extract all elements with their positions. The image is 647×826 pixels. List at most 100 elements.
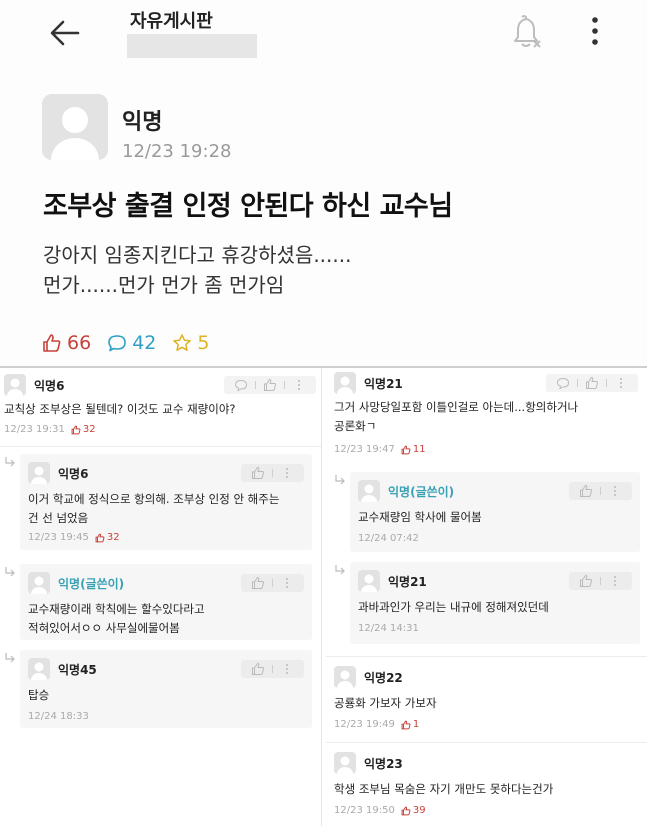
thumbs-up-icon[interactable] — [579, 484, 593, 498]
comment-count-value: 42 — [132, 332, 157, 354]
post-section: 자유게시판 익명 12/23 19:28 조부상 출결 인정 안된다 하신 교수… — [0, 0, 647, 366]
comment-column-right: 익명21 그거 사망당일포함 이틀인걸로 아는데...항의하거나 공론화ㄱ 12… — [326, 368, 647, 826]
comment-bubble-icon — [108, 335, 126, 352]
comment-author: 익명21 — [364, 376, 403, 391]
comment-avatar — [28, 462, 50, 484]
comment: 익명6 교칙상 조부상은 될텐데? 이것도 교수 재량이야? 12/23 19:… — [4, 372, 316, 435]
reply-bubble-icon[interactable] — [556, 376, 570, 390]
more-vertical-icon[interactable] — [614, 376, 628, 390]
comment-text-line: 건 선 넘었음 — [28, 511, 89, 525]
comment-avatar — [358, 570, 380, 592]
reply-comment: 익명(글쓴이) 교수재량임 학사에 물어봄 12/24 07:42 — [350, 472, 640, 552]
comment-time: 12/23 19:47 — [334, 444, 395, 455]
comment-time: 12/23 19:45 — [28, 532, 89, 543]
board-subtitle-redacted — [127, 34, 257, 58]
comment-time: 12/24 18:33 — [28, 711, 89, 722]
reply-arrow-icon — [335, 565, 345, 575]
comment: 익명23 학생 조부님 목숨은 자기 개만도 못하다는건가 12/23 19:5… — [334, 750, 638, 816]
more-vertical-icon[interactable] — [280, 466, 294, 480]
thumbs-up-icon[interactable] — [585, 376, 599, 390]
more-vertical-icon[interactable] — [586, 14, 604, 48]
comment-actions — [241, 464, 304, 482]
comment-author: 익명6 — [58, 466, 89, 481]
thumbs-up-icon[interactable] — [251, 466, 265, 480]
author-avatar — [42, 94, 108, 160]
reply-arrow-icon — [335, 475, 345, 485]
post-stats: 66 42 5 — [42, 332, 225, 354]
thumbs-up-icon[interactable] — [263, 378, 277, 392]
comment-text-line: 공론화ㄱ — [334, 419, 377, 433]
thumbs-up-icon — [71, 425, 81, 434]
thumbs-up-icon — [401, 720, 411, 729]
post-body-line: 먼가......먼가 먼가 좀 먼가임 — [43, 273, 285, 297]
thumbs-up-icon[interactable] — [579, 574, 593, 588]
comment-likes: 1 — [401, 719, 419, 730]
post-title: 조부상 출결 인정 안된다 하신 교수님 — [43, 191, 453, 222]
comment-likes: 11 — [401, 444, 426, 455]
thumbs-up-icon[interactable] — [251, 576, 265, 590]
comment-likes: 39 — [401, 805, 426, 816]
comment-text-line: 교수재량임 학사에 물어봄 — [358, 510, 482, 524]
reply-bubble-icon[interactable] — [234, 378, 248, 392]
scrap-count[interactable]: 5 — [172, 332, 209, 354]
comment-text-line: 공룡화 가보자 가보자 — [334, 696, 437, 710]
comment: 익명21 그거 사망당일포함 이틀인걸로 아는데...항의하거나 공론화ㄱ 12… — [334, 370, 638, 455]
comment-text-line: 과바과인가 우리는 내규에 정해져있던데 — [358, 600, 549, 614]
comment-time: 12/23 19:50 — [334, 805, 395, 816]
more-vertical-icon[interactable] — [280, 576, 294, 590]
thumbs-up-icon — [401, 445, 411, 454]
reply-comment: 익명6 이거 학교에 정식으로 항의해. 조부상 인정 안 해주는 건 선 넘었… — [20, 454, 312, 550]
post-body-line: 강아지 임종지킨다고 휴강하셨음...... — [43, 243, 352, 267]
post-author: 익명 — [122, 110, 163, 135]
comment-time: 12/24 07:42 — [358, 533, 419, 544]
comment-text-line: 적혀있어서ㅇㅇ 사무실에물어봄 — [28, 621, 180, 635]
comment-avatar — [334, 372, 356, 394]
comment-time: 12/23 19:31 — [4, 424, 65, 435]
comment-author-op: 익명(글쓴이) — [388, 484, 455, 499]
comment-likes: 32 — [95, 532, 120, 543]
comment-text-line: 이거 학교에 정식으로 항의해. 조부상 인정 안 해주는 — [28, 492, 280, 506]
reply-comment: 익명(글쓴이) 교수재량이래 학칙에는 할수있다라고 적혀있어서ㅇㅇ 사무실에물… — [20, 564, 312, 640]
comment-author: 익명23 — [364, 756, 403, 771]
like-count[interactable]: 66 — [42, 332, 91, 354]
comment-author: 익명21 — [388, 574, 427, 589]
comment-author-op: 익명(글쓴이) — [58, 576, 125, 591]
post-body: 강아지 임종지킨다고 휴강하셨음...... 먼가......먼가 먼가 좀 먼… — [43, 240, 351, 300]
comment-avatar — [358, 480, 380, 502]
comment-count[interactable]: 42 — [107, 332, 156, 354]
comment-avatar — [28, 572, 50, 594]
reply-arrow-icon — [5, 457, 15, 467]
comment-actions — [241, 574, 304, 592]
more-vertical-icon[interactable] — [292, 378, 306, 392]
thumbs-up-icon — [401, 806, 411, 815]
comment-avatar — [334, 666, 356, 688]
comment-avatar — [4, 374, 26, 396]
bell-off-icon[interactable] — [509, 14, 543, 50]
reply-comment: 익명21 과바과인가 우리는 내규에 정해져있던데 12/24 14:31 — [350, 562, 640, 644]
more-vertical-icon[interactable] — [608, 574, 622, 588]
comment-actions — [569, 482, 632, 500]
back-arrow-icon[interactable] — [48, 18, 82, 48]
comment-avatar — [28, 658, 50, 680]
comment-column-left: 익명6 교칙상 조부상은 될텐데? 이것도 교수 재량이야? 12/23 19:… — [0, 368, 322, 826]
board-title: 자유게시판 — [130, 11, 213, 32]
reply-comment: 익명45 탑승 12/24 18:33 — [20, 650, 312, 728]
comment-text-line: 그거 사망당일포함 이틀인걸로 아는데...항의하거나 — [334, 400, 579, 414]
comment-actions — [241, 660, 304, 678]
comment-actions — [224, 376, 316, 394]
comment-text-line: 교수재량이래 학칙에는 할수있다라고 — [28, 602, 205, 616]
comment: 익명22 공룡화 가보자 가보자 12/23 19:49 1 — [334, 664, 638, 730]
thumbs-up-icon[interactable] — [251, 662, 265, 676]
post-time: 12/23 19:28 — [122, 141, 232, 162]
comment-actions — [569, 572, 632, 590]
thumbs-up-icon — [43, 334, 61, 352]
reply-arrow-icon — [5, 653, 15, 663]
comment-avatar — [334, 752, 356, 774]
more-vertical-icon[interactable] — [608, 484, 622, 498]
comment-text-line: 학생 조부님 목숨은 자기 개만도 못하다는건가 — [334, 782, 554, 796]
reply-arrow-icon — [5, 567, 15, 577]
comment-author: 익명45 — [58, 662, 97, 677]
comment-text-line: 탑승 — [28, 688, 50, 702]
more-vertical-icon[interactable] — [280, 662, 294, 676]
comment-time: 12/23 19:49 — [334, 719, 395, 730]
